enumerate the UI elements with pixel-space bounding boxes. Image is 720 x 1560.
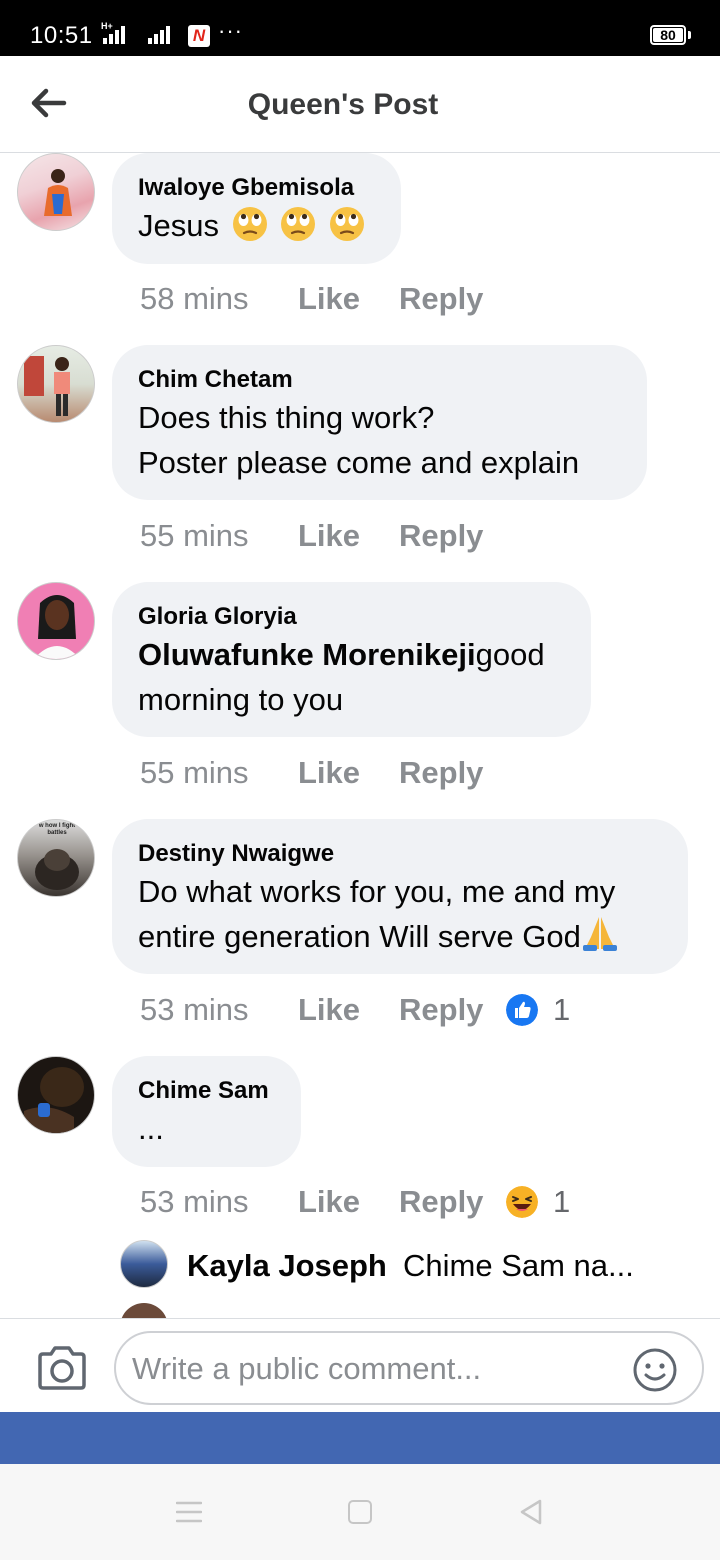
comment-time[interactable]: 58 mins bbox=[140, 281, 249, 317]
comment-composer bbox=[0, 1318, 720, 1412]
comment-author[interactable]: Chime Sam bbox=[138, 1076, 275, 1106]
face-with-rolling-eyes-icon bbox=[329, 207, 364, 241]
menu-icon[interactable] bbox=[176, 1501, 202, 1523]
laughing-face-icon[interactable] bbox=[506, 1186, 538, 1218]
camera-icon[interactable] bbox=[36, 1345, 88, 1391]
battery-icon: 80 bbox=[650, 25, 686, 45]
mention-link[interactable]: Oluwafunke Morenikeji bbox=[138, 637, 476, 672]
reply-button[interactable]: Reply bbox=[399, 755, 483, 791]
back-triangle-icon[interactable] bbox=[518, 1498, 544, 1526]
like-button[interactable]: Like bbox=[298, 755, 360, 791]
comment-bubble[interactable]: Gloria Gloryia Oluwafunke Morenikejigood… bbox=[112, 582, 591, 737]
thumbs-up-icon[interactable] bbox=[506, 994, 538, 1026]
smiley-icon[interactable] bbox=[632, 1347, 678, 1393]
reply-button[interactable]: Reply bbox=[399, 281, 483, 317]
system-nav-bar bbox=[0, 1464, 720, 1560]
reply-button[interactable]: Reply bbox=[399, 1184, 483, 1220]
comment-author[interactable]: Destiny Nwaigwe bbox=[138, 839, 662, 869]
signal-icon bbox=[103, 26, 125, 44]
comment-text-line: Poster please come and explain bbox=[138, 445, 580, 480]
signal-icon-2 bbox=[148, 26, 170, 44]
status-time: 10:51 bbox=[30, 22, 93, 49]
comment-time[interactable]: 55 mins bbox=[140, 755, 249, 791]
comment-time[interactable]: 53 mins bbox=[140, 1184, 249, 1220]
reaction-count[interactable]: 1 bbox=[553, 992, 570, 1028]
comment-author[interactable]: Iwaloye Gbemisola bbox=[138, 173, 375, 203]
more-notifications-icon: ··· bbox=[218, 18, 243, 43]
comment-time[interactable]: 55 mins bbox=[140, 518, 249, 554]
avatar[interactable] bbox=[17, 153, 95, 231]
like-button[interactable]: Like bbox=[298, 518, 360, 554]
comment-text-line: morning to you bbox=[138, 682, 344, 717]
comment-text-line: entire generation Will serve God bbox=[138, 914, 662, 959]
avatar[interactable]: w how I fight battles bbox=[17, 819, 95, 897]
like-button[interactable]: Like bbox=[298, 1184, 360, 1220]
like-button[interactable]: Like bbox=[298, 992, 360, 1028]
comment-time[interactable]: 53 mins bbox=[140, 992, 249, 1028]
like-button[interactable]: Like bbox=[298, 281, 360, 317]
comment-bubble[interactable]: Chim Chetam Does this thing work? Poster… bbox=[112, 345, 647, 500]
page-title: Queen's Post bbox=[247, 88, 439, 121]
reply-text: Chime Sam na... bbox=[403, 1248, 634, 1283]
comment-text-line: Does this thing work? bbox=[138, 400, 435, 435]
reply-author[interactable]: Kayla Joseph bbox=[187, 1248, 387, 1284]
page-header: Queen's Post bbox=[0, 56, 720, 153]
comment-bubble[interactable]: Iwaloye Gbemisola Jesus bbox=[112, 153, 401, 264]
avatar[interactable] bbox=[120, 1240, 168, 1288]
reply-button[interactable]: Reply bbox=[399, 992, 483, 1028]
comment-bubble[interactable]: Destiny Nwaigwe Do what works for you, m… bbox=[112, 819, 688, 974]
face-with-rolling-eyes-icon bbox=[281, 207, 316, 241]
comment-text-line: Do what works for you, me and my bbox=[138, 874, 616, 909]
comment-input-box[interactable] bbox=[114, 1331, 704, 1405]
comment-author[interactable]: Chim Chetam bbox=[138, 365, 621, 395]
reply-preview[interactable]: Kayla Joseph Chime Sam na... bbox=[120, 1240, 720, 1292]
comment-text: ... bbox=[138, 1111, 164, 1146]
home-icon[interactable] bbox=[348, 1500, 372, 1524]
comment-input[interactable] bbox=[132, 1347, 612, 1391]
face-with-rolling-eyes-icon bbox=[232, 207, 267, 241]
reaction-count[interactable]: 1 bbox=[553, 1184, 570, 1220]
brand-bar bbox=[0, 1412, 720, 1464]
comment-bubble[interactable]: Chime Sam ... bbox=[112, 1056, 301, 1167]
avatar[interactable] bbox=[17, 345, 95, 423]
news-app-notification-icon: N bbox=[188, 25, 210, 47]
comment-author[interactable]: Gloria Gloryia bbox=[138, 602, 565, 632]
status-bar: 10:51 H+ N ··· 80 bbox=[0, 0, 720, 56]
comment-text-line: Oluwafunke Morenikejigood bbox=[138, 637, 545, 672]
folded-hands-icon bbox=[582, 917, 617, 951]
avatar[interactable] bbox=[17, 582, 95, 660]
battery-level: 80 bbox=[660, 27, 676, 43]
comment-text: Jesus bbox=[138, 203, 375, 248]
avatar-caption: w how I fight battles bbox=[38, 823, 76, 836]
reply-button[interactable]: Reply bbox=[399, 518, 483, 554]
avatar[interactable] bbox=[17, 1056, 95, 1134]
